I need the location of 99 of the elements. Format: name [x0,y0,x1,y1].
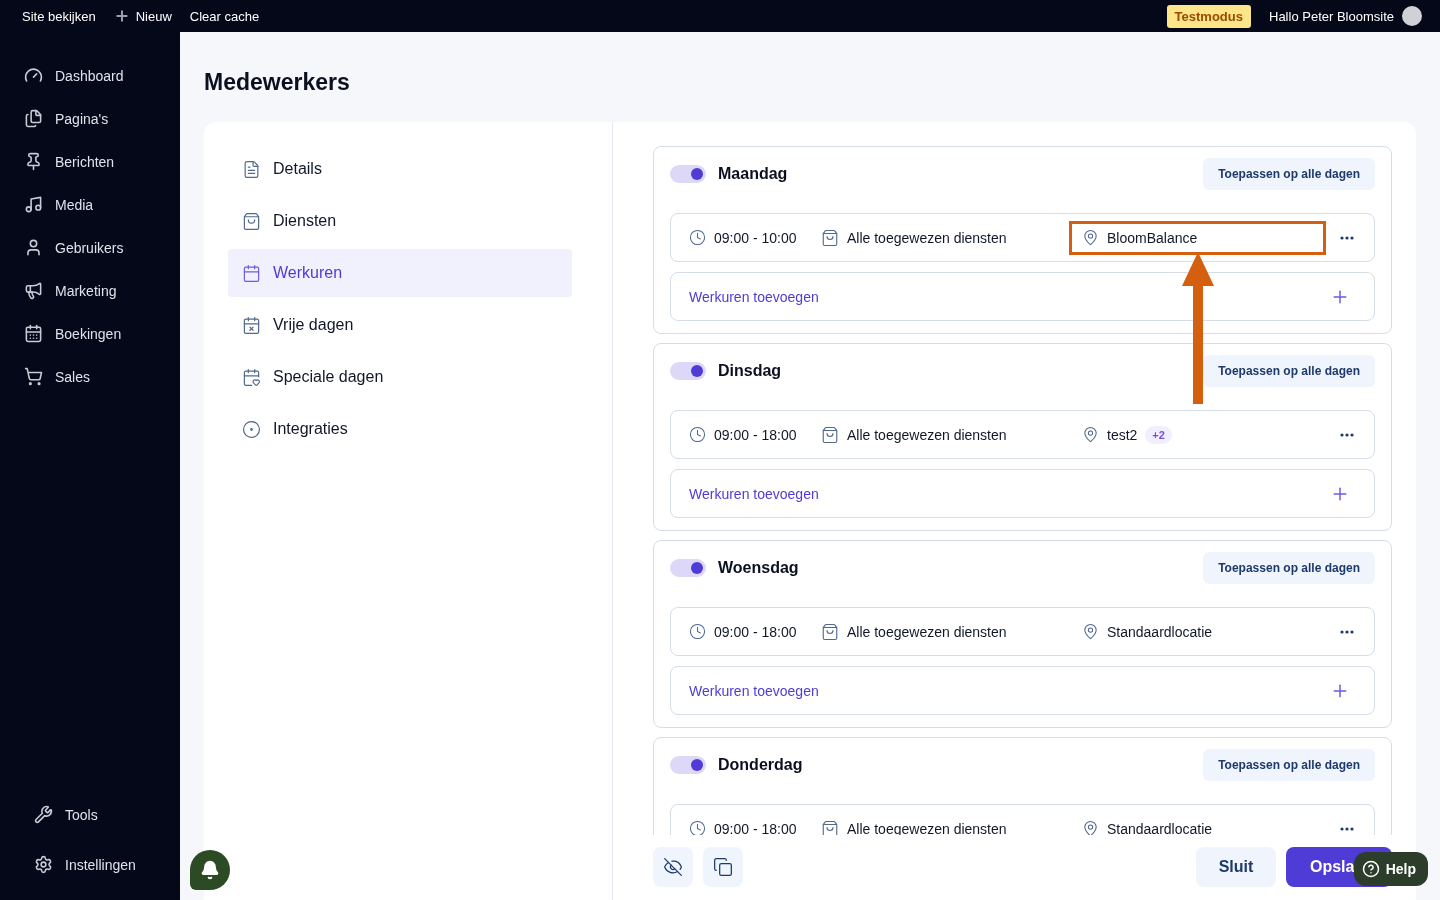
wrench-icon [34,805,53,824]
apply-all-days-button[interactable]: Toepassen op alle dagen [1203,355,1375,387]
hide-button[interactable] [653,847,693,887]
sidebar-item[interactable]: Marketing [0,269,180,312]
day-toggle[interactable] [670,165,706,183]
help-icon [1361,860,1380,878]
day-name: Maandag [718,165,789,183]
sidebar-item[interactable]: Berichten [0,140,180,183]
day-toggle[interactable] [670,362,706,380]
services-label: Alle toegewezen diensten [847,426,1007,443]
copy-button[interactable] [703,847,743,887]
document-icon [242,159,261,179]
copy-icon [713,857,733,877]
apply-all-days-button[interactable]: Toepassen op alle dagen [1203,749,1375,781]
avatar[interactable] [1402,6,1422,26]
clock-icon [689,229,706,246]
sidebar-item[interactable]: Media [0,183,180,226]
eye-off-icon [663,857,683,877]
calendar-x-icon [242,315,261,335]
time-range: 09:00 - 18:00 [714,820,797,835]
location-pin-icon [1082,229,1099,246]
tab[interactable]: Werkuren [228,249,572,297]
tab[interactable]: Speciale dagen [228,353,572,401]
circle-dot-icon [242,419,261,439]
user-greeting[interactable]: Hallo Peter Bloomsite [1269,8,1394,24]
day-name: Woensdag [718,559,800,577]
bag-icon [821,228,839,247]
tab[interactable]: Vrije dagen [228,301,572,349]
tab[interactable]: Details [228,145,572,193]
gauge-icon [24,66,43,85]
sidebar-item[interactable]: Gebruikers [0,226,180,269]
day-name: Dinsdag [718,362,783,380]
add-hours-link[interactable]: Werkuren toevoegen [689,485,819,502]
pages-icon [24,109,43,128]
bag-icon [821,819,839,835]
apply-all-days-button[interactable]: Toepassen op alle dagen [1203,552,1375,584]
count-badge: +2 [1145,425,1172,444]
cart-icon [24,367,43,386]
location-name: Standaardlocatie [1107,623,1213,640]
add-hours-link[interactable]: Werkuren toevoegen [689,682,819,699]
help-tooltip[interactable]: Help [1353,852,1428,886]
add-hours-row[interactable]: Werkuren toevoegen [670,272,1375,321]
add-hours-link[interactable]: Werkuren toevoegen [689,288,819,305]
time-range: 09:00 - 10:00 [714,229,797,246]
plus-icon [113,8,130,24]
bag-icon [821,622,839,641]
more-button[interactable] [1338,235,1356,240]
ellipsis-icon [1340,235,1354,240]
toolbar-link[interactable]: Site bekijken [22,8,96,24]
bag-icon [242,211,261,231]
sidebar-item[interactable]: Dashboard [0,54,180,97]
sidebar-item[interactable]: Pagina's [0,97,180,140]
apply-all-days-button[interactable]: Toepassen op alle dagen [1203,158,1375,190]
close-button[interactable]: Sluit [1196,847,1276,887]
pin-icon [24,152,43,171]
more-button[interactable] [1338,629,1356,634]
location-name: BloomBalance [1107,229,1198,246]
day-toggle[interactable] [670,559,706,577]
ellipsis-icon [1340,432,1354,437]
location-name: Standaardlocatie [1107,820,1213,835]
calendar-icon [24,324,43,343]
clock-icon [689,426,706,443]
bell-icon [200,860,220,880]
clock-icon [689,820,706,835]
day-toggle[interactable] [670,756,706,774]
clock-icon [689,623,706,640]
tab[interactable]: Integraties [228,405,572,453]
services-label: Alle toegewezen diensten [847,623,1007,640]
user-icon [24,238,43,257]
bag-icon [821,425,839,444]
ellipsis-icon [1340,629,1354,634]
sidebar-item[interactable]: Instellingen [0,843,180,886]
location-name: test2 [1107,426,1138,443]
settings-icon [34,855,53,874]
location-pin-icon [1082,623,1099,640]
toolbar-link[interactable]: Nieuw [113,8,172,24]
megaphone-icon [24,281,43,300]
location-pin-icon [1082,820,1099,835]
time-range: 09:00 - 18:00 [714,426,797,443]
add-hours-row[interactable]: Werkuren toevoegen [670,666,1375,715]
services-label: Alle toegewezen diensten [847,229,1007,246]
notification-button[interactable] [190,850,230,890]
toolbar-link[interactable]: Clear cache [189,8,260,24]
sidebar-item[interactable]: Tools [0,793,180,836]
time-range: 09:00 - 18:00 [714,623,797,640]
sidebar-item[interactable]: Boekingen [0,312,180,355]
calendar-icon [242,263,261,283]
music-note-icon [24,195,43,214]
location-pin-icon [1082,426,1099,443]
day-name: Donderdag [718,756,804,774]
calendar-heart-icon [242,367,261,387]
more-button[interactable] [1338,826,1356,831]
sidebar-item[interactable]: Sales [0,355,180,398]
add-hours-row[interactable]: Werkuren toevoegen [670,469,1375,518]
tab[interactable]: Diensten [228,197,572,245]
more-button[interactable] [1338,432,1356,437]
ellipsis-icon [1340,826,1354,831]
test-mode-badge: Testmodus [1166,4,1251,28]
page-title: Medewerkers [204,69,351,96]
